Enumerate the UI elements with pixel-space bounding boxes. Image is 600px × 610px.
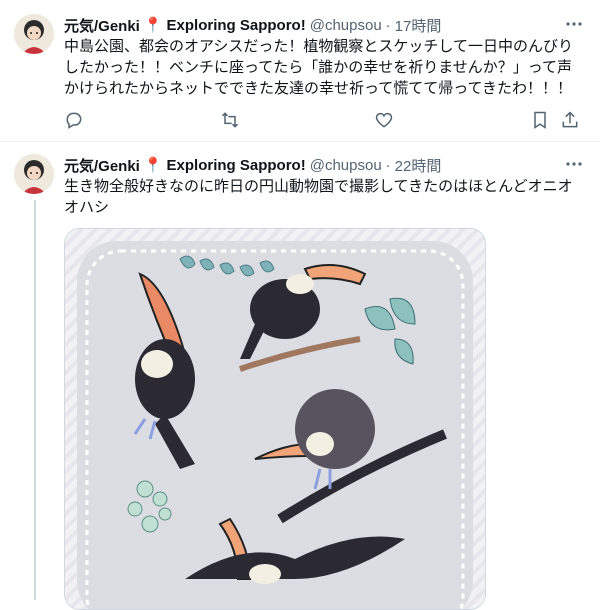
avatar-image bbox=[14, 154, 54, 194]
separator-dot: · bbox=[385, 16, 391, 34]
tweet-media-image[interactable] bbox=[64, 228, 486, 610]
avatar-image bbox=[14, 14, 54, 54]
user-handle[interactable]: @chupsou bbox=[310, 17, 382, 34]
thread-line bbox=[34, 200, 36, 600]
display-name[interactable]: 元気/Genki bbox=[64, 155, 140, 176]
share-icon[interactable] bbox=[560, 110, 582, 132]
tweet-text: 中島公園、都会のオアシスだった！植物観察とスケッチして一日中のんびりしたかった！… bbox=[64, 38, 573, 97]
like-icon[interactable] bbox=[374, 110, 396, 132]
pin-icon: 📍 bbox=[143, 17, 163, 34]
bookmark-icon[interactable] bbox=[530, 110, 552, 132]
reply-icon[interactable] bbox=[64, 110, 86, 132]
tweet-text: 生き物全般好きなのに昨日の円山動物園で撮影してきたのはほとんどオニオオハシ bbox=[64, 178, 573, 216]
avatar[interactable] bbox=[14, 154, 54, 194]
tweet-actions bbox=[64, 110, 584, 132]
location-label[interactable]: Exploring Sapporo! bbox=[167, 17, 306, 34]
timestamp[interactable]: 22時間 bbox=[395, 155, 442, 176]
tweet-header: 元気/Genki 📍 Exploring Sapporo! @chupsou ·… bbox=[64, 154, 584, 176]
avatar[interactable] bbox=[14, 14, 54, 54]
tweet[interactable]: 元気/Genki 📍 Exploring Sapporo! @chupsou ·… bbox=[0, 142, 600, 610]
pin-icon: 📍 bbox=[143, 157, 163, 174]
timestamp[interactable]: 17時間 bbox=[395, 15, 442, 36]
retweet-icon[interactable] bbox=[220, 110, 242, 132]
user-handle[interactable]: @chupsou bbox=[310, 157, 382, 174]
location-label[interactable]: Exploring Sapporo! bbox=[167, 157, 306, 174]
toucan-illustration-icon bbox=[65, 229, 485, 609]
tweet[interactable]: 元気/Genki 📍 Exploring Sapporo! @chupsou ·… bbox=[0, 0, 600, 142]
separator-dot: · bbox=[385, 156, 391, 174]
display-name[interactable]: 元気/Genki bbox=[64, 15, 140, 36]
tweet-header: 元気/Genki 📍 Exploring Sapporo! @chupsou ·… bbox=[64, 14, 584, 36]
